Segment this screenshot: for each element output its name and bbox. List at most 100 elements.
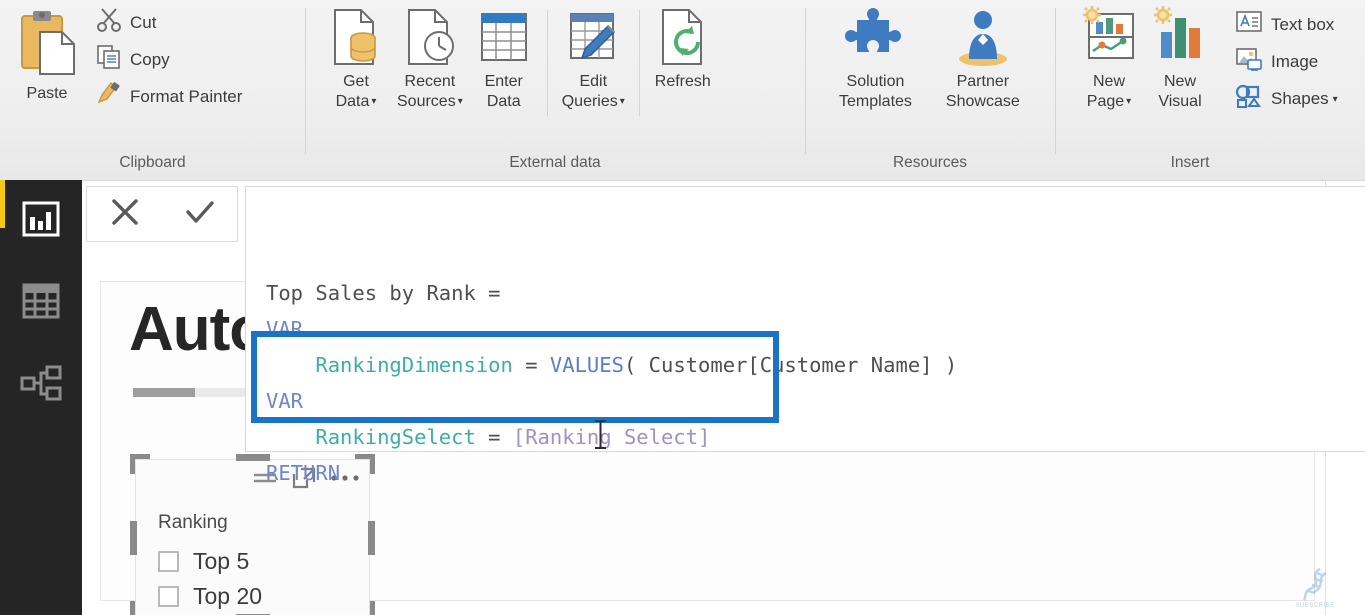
- edit-queries-icon: [564, 6, 622, 68]
- edit-queries-label-line1: Edit: [579, 73, 608, 90]
- enter-data-button[interactable]: Enter Data: [469, 0, 539, 112]
- new-page-button[interactable]: New Page ▾: [1073, 0, 1145, 112]
- format-painter-icon: [96, 81, 122, 112]
- enter-data-label-line2: Data: [486, 93, 521, 110]
- new-page-icon: [1079, 6, 1139, 68]
- shapes-label: Shapes: [1271, 88, 1329, 108]
- dax-token: Top Sales by Rank =: [266, 281, 501, 305]
- person-icon: [952, 6, 1014, 68]
- commit-formula-button[interactable]: [169, 188, 231, 240]
- resize-handle-top[interactable]: [235, 454, 270, 461]
- dax-line: RankingDimension = VALUES( Customer[Cust…: [266, 347, 1365, 383]
- partner-showcase-button[interactable]: Partner Showcase: [940, 0, 1026, 112]
- enter-data-label-line1: Enter: [484, 73, 523, 90]
- get-data-label-line1: Get: [343, 73, 369, 90]
- ribbon-group-clipboard: Paste Cut Copy Format Painter Clipboard: [0, 0, 305, 180]
- image-button[interactable]: Image: [1229, 43, 1344, 80]
- shapes-button[interactable]: Shapes ▾: [1229, 80, 1344, 117]
- chevron-down-icon[interactable]: ▾: [1333, 94, 1338, 105]
- chevron-down-icon[interactable]: ▾: [1126, 96, 1131, 107]
- ribbon-separator: [638, 10, 640, 116]
- dax-line: Top Sales by Rank =: [266, 275, 1365, 311]
- cut-label: Cut: [130, 12, 157, 32]
- image-icon: [1235, 46, 1263, 77]
- dax-token: RETURN: [266, 461, 341, 485]
- formula-action-toolbar: [86, 186, 238, 242]
- recent-sources-label-line2: Sources: [397, 93, 456, 110]
- slicer-item-top20[interactable]: Top 20: [158, 583, 262, 610]
- copy-button[interactable]: Copy: [90, 41, 248, 78]
- dax-formula-bar[interactable]: Top Sales by Rank = VAR RankingDimension …: [245, 186, 1365, 485]
- format-painter-button[interactable]: Format Painter: [90, 78, 248, 115]
- text-box-label: Text box: [1271, 14, 1335, 34]
- text-box-icon: [1235, 9, 1263, 40]
- slicer-item-top5[interactable]: Top 5: [158, 548, 249, 575]
- edit-queries-button[interactable]: Edit Queries ▾: [556, 0, 631, 112]
- solution-templates-button[interactable]: Solution Templates: [833, 0, 918, 112]
- new-visual-label-line1: New: [1163, 73, 1196, 90]
- new-visual-button[interactable]: New Visual: [1145, 0, 1215, 112]
- dax-token: RankingSelect: [315, 425, 476, 449]
- recent-sources-label-line1: Recent: [404, 73, 456, 90]
- copy-icon: [96, 44, 122, 75]
- resize-handle-left[interactable]: [130, 520, 137, 555]
- insert-group-label: Insert: [1170, 154, 1210, 171]
- paste-button[interactable]: Paste: [10, 0, 84, 104]
- text-cursor-ibeam: [594, 420, 607, 450]
- checkbox-top20[interactable]: [158, 586, 179, 607]
- new-page-label-line1: New: [1092, 73, 1125, 90]
- dax-line: VAR: [266, 311, 1365, 347]
- refresh-label: Refresh: [654, 73, 711, 90]
- cut-button[interactable]: Cut: [90, 4, 248, 41]
- recent-sources-button[interactable]: Recent Sources ▾: [391, 0, 469, 112]
- sidebar-item-model-view[interactable]: [0, 344, 82, 426]
- dax-token: =: [475, 425, 513, 449]
- sidebar-item-report-view[interactable]: [0, 180, 82, 262]
- slicer-title: Ranking: [158, 512, 228, 533]
- checkmark-icon: [183, 195, 217, 234]
- chevron-down-icon[interactable]: ▾: [620, 96, 625, 107]
- dax-token: [Ranking Select]: [512, 425, 711, 449]
- scissors-icon: [96, 7, 122, 38]
- enter-data-icon: [475, 6, 533, 68]
- refresh-button[interactable]: Refresh: [648, 0, 718, 92]
- ribbon-group-external-data: Get Data ▾ Recent Sources ▾ Enter Data E…: [305, 0, 805, 180]
- dax-formula-text[interactable]: Top Sales by Rank = VAR RankingDimension …: [266, 275, 1365, 491]
- resize-handle-top-left[interactable]: [130, 454, 150, 474]
- get-data-label-line2: Data: [335, 93, 370, 110]
- dax-token: ( Customer[Customer Name] ): [623, 353, 958, 377]
- checkbox-top5[interactable]: [158, 551, 179, 572]
- model-relationships-icon: [20, 364, 62, 407]
- text-box-button[interactable]: Text box: [1229, 6, 1344, 43]
- dax-token: [266, 425, 315, 449]
- sidebar-item-data-view[interactable]: [0, 262, 82, 344]
- get-data-button[interactable]: Get Data ▾: [321, 0, 391, 112]
- new-page-label-line2: Page: [1086, 93, 1125, 110]
- cancel-formula-button[interactable]: [94, 188, 156, 240]
- chevron-down-icon[interactable]: ▾: [458, 96, 463, 107]
- ribbon-group-resources: Solution Templates Partner Showcase Reso…: [805, 0, 1055, 180]
- new-visual-icon: [1151, 6, 1209, 68]
- paste-label: Paste: [26, 85, 68, 102]
- resize-handle-bottom-right[interactable]: [355, 601, 375, 615]
- dax-token: =: [512, 353, 550, 377]
- edit-queries-label-line2: Queries: [561, 93, 618, 110]
- image-label: Image: [1271, 51, 1319, 71]
- external-data-group-label: External data: [509, 154, 601, 171]
- refresh-icon: [654, 6, 712, 68]
- ribbon-group-insert: New Page ▾ New Visual Text box Image Sha…: [1055, 0, 1365, 180]
- clipboard-group-label: Clipboard: [119, 154, 186, 171]
- shapes-icon: [1235, 83, 1263, 114]
- resize-handle-bottom-left[interactable]: [130, 601, 150, 615]
- puzzle-piece-icon: [844, 6, 906, 68]
- dax-token: VALUES: [549, 353, 624, 377]
- solution-templates-label-line1: Solution: [846, 73, 905, 90]
- resources-group-label: Resources: [892, 154, 968, 171]
- data-table-icon: [21, 282, 61, 325]
- ribbon-separator: [546, 10, 548, 116]
- paste-icon: [16, 10, 78, 80]
- solution-templates-label-line2: Templates: [839, 93, 912, 110]
- power-bi-window: Paste Cut Copy Format Painter Clipboard …: [0, 0, 1365, 615]
- partner-showcase-label-line2: Showcase: [945, 93, 1020, 110]
- chevron-down-icon[interactable]: ▾: [371, 96, 376, 107]
